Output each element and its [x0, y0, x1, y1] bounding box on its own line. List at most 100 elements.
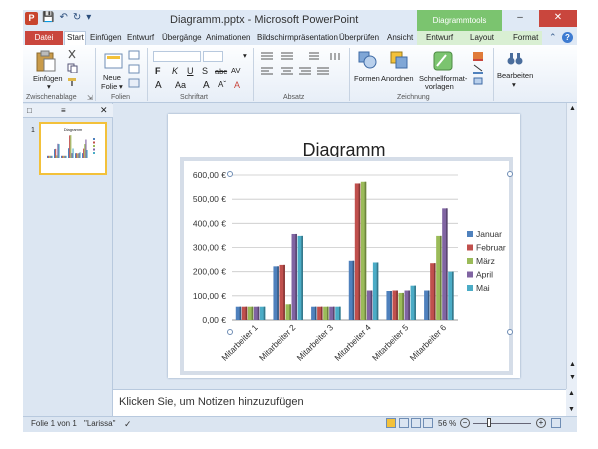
separator: [147, 48, 148, 101]
format-painter-icon[interactable]: [67, 77, 79, 87]
section-icon[interactable]: [128, 78, 142, 88]
notes-scroll-down-icon[interactable]: ▼: [568, 406, 575, 413]
shapes-icon[interactable]: [357, 50, 377, 70]
bar-side: [376, 262, 379, 320]
new-slide-dropdown-icon[interactable]: ▾: [119, 82, 123, 91]
minimize-icon[interactable]: –: [509, 10, 531, 27]
close-icon[interactable]: ✕: [539, 10, 577, 27]
quick-styles-icon[interactable]: [432, 50, 454, 72]
fit-to-window-icon[interactable]: [551, 418, 561, 428]
slideshow-icon[interactable]: [423, 418, 433, 428]
prev-slide-icon[interactable]: ▲: [569, 361, 576, 368]
zoom-in-button[interactable]: +: [536, 418, 546, 428]
notes-scrollbar[interactable]: ▲ ▼: [566, 389, 577, 416]
tab-view[interactable]: Ansicht: [387, 33, 413, 42]
shapes-button[interactable]: Formen: [354, 74, 380, 83]
new-slide-label-1[interactable]: Neue: [103, 73, 121, 82]
layout-icon[interactable]: [128, 50, 142, 60]
bar-side: [452, 271, 454, 320]
new-slide-label-2[interactable]: Folie: [101, 82, 117, 91]
reading-view-icon[interactable]: [411, 418, 421, 428]
editing-button[interactable]: Bearbeiten: [497, 71, 533, 80]
cut-icon[interactable]: [67, 50, 79, 60]
tab-file[interactable]: Datei: [25, 31, 63, 45]
thumb-bar: [50, 155, 52, 158]
notes-scroll-up-icon[interactable]: ▲: [568, 390, 575, 397]
normal-view-icon[interactable]: [386, 418, 396, 428]
customize-qat-icon[interactable]: ▾: [86, 12, 91, 23]
thumb-bar: [68, 148, 70, 158]
bar-side: [320, 306, 323, 320]
collapse-ribbon-icon[interactable]: ⌃: [549, 32, 557, 43]
chart[interactable]: 0,00 € 100,00 € 200,00 € 300,00 € 400,00 € 50…: [180, 157, 513, 375]
powerpoint-app-icon[interactable]: P: [25, 12, 38, 25]
save-icon[interactable]: 💾: [42, 12, 54, 23]
tab-chart-layout[interactable]: Layout: [470, 33, 494, 42]
arrange-icon[interactable]: [389, 50, 409, 70]
selection-handle: [507, 329, 513, 335]
paste-dropdown-icon[interactable]: ▾: [47, 82, 51, 91]
zoom-out-button[interactable]: −: [460, 418, 470, 428]
grow-font-button[interactable]: A: [155, 80, 162, 91]
vertical-scrollbar[interactable]: ▲ ▲ ▼: [566, 103, 577, 389]
y-tick-label: 100,00 €: [193, 291, 226, 301]
editing-dropdown-icon[interactable]: ▾: [512, 80, 516, 89]
bar-side: [402, 292, 404, 320]
theme-name[interactable]: "Larissa": [84, 419, 115, 428]
outline-tab-icon[interactable]: ≡: [61, 106, 66, 115]
strikethrough-button[interactable]: abc: [215, 67, 227, 76]
clipboard-launcher-icon[interactable]: ⇲: [87, 94, 93, 102]
x-tick-label: Mitarbeiter 1: [219, 322, 260, 363]
tab-animations[interactable]: Animationen: [206, 33, 250, 42]
underline-button[interactable]: U: [187, 66, 194, 76]
tab-review[interactable]: Überprüfen: [339, 33, 379, 42]
spellcheck-icon[interactable]: ✓: [124, 419, 132, 430]
tab-chart-design[interactable]: Entwurf: [426, 33, 453, 42]
bar-side: [301, 235, 303, 320]
bar-side: [283, 264, 285, 320]
slide-sorter-icon[interactable]: [399, 418, 409, 428]
font-name-field[interactable]: [153, 51, 201, 62]
slides-tab-icon[interactable]: □: [27, 106, 32, 115]
arrange-button[interactable]: Anordnen: [381, 74, 414, 83]
copy-icon[interactable]: [67, 63, 79, 73]
quick-styles-label-2[interactable]: vorlagen: [425, 82, 454, 91]
binoculars-icon[interactable]: [507, 52, 523, 66]
context-tab-header: Diagrammtools: [417, 10, 502, 31]
close-panel-icon[interactable]: ✕: [100, 105, 108, 116]
tab-insert[interactable]: Einfügen: [90, 33, 122, 42]
next-slide-icon[interactable]: ▼: [569, 374, 576, 381]
font-color-button[interactable]: A: [234, 80, 240, 90]
font-size-field[interactable]: [203, 51, 223, 62]
selection-handle: [507, 171, 513, 177]
zoom-slider-knob[interactable]: [487, 418, 491, 427]
help-icon[interactable]: ?: [562, 32, 573, 43]
decrease-font-icon[interactable]: Aˇ: [218, 80, 226, 89]
bold-button[interactable]: F: [155, 66, 161, 76]
font-size-dropdown-icon[interactable]: ▾: [243, 51, 247, 60]
tab-start[interactable]: Start: [67, 33, 84, 42]
tab-transitions[interactable]: Übergänge: [162, 33, 202, 42]
thumb-bar: [62, 155, 64, 158]
reset-icon[interactable]: [128, 64, 142, 74]
tab-chart-format[interactable]: Format: [513, 33, 538, 42]
italic-button[interactable]: K: [172, 66, 178, 76]
slide-thumbnail[interactable]: Diagramm: [39, 122, 107, 175]
zoom-slider[interactable]: [473, 423, 531, 424]
tab-slideshow[interactable]: Bildschirmpräsentation: [257, 33, 338, 42]
scroll-up-icon[interactable]: ▲: [569, 105, 576, 112]
char-spacing-button[interactable]: AV: [231, 66, 240, 75]
zoom-level[interactable]: 56 %: [438, 419, 456, 428]
new-slide-icon[interactable]: [104, 51, 124, 71]
change-case-button[interactable]: Aa: [175, 80, 186, 90]
shadow-button[interactable]: S: [202, 66, 208, 76]
notes-placeholder[interactable]: Klicken Sie, um Notizen hinzuzufügen: [119, 396, 304, 408]
thumb-bar: [83, 148, 85, 158]
increase-font-button[interactable]: A: [203, 80, 210, 91]
tab-design[interactable]: Entwurf: [127, 33, 154, 42]
undo-icon[interactable]: ↶: [59, 12, 67, 23]
redo-icon[interactable]: ↻: [73, 12, 81, 23]
thumb-bar: [75, 153, 77, 158]
paste-icon[interactable]: [35, 50, 57, 72]
shape-fill-outline-effects[interactable]: [472, 51, 486, 87]
